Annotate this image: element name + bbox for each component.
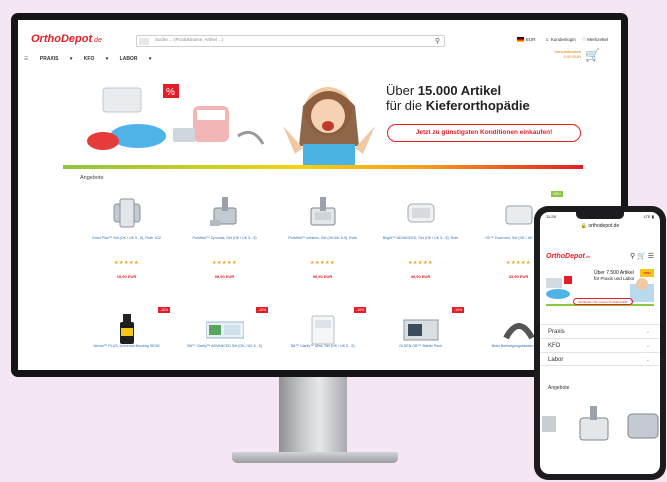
mobile-phone: 11:28 LTE ▮ 🔒 orthodepot.de OrthoDepot.d… [534,206,666,480]
product-price: 99,90 EUR [312,274,333,279]
nav-item-praxis[interactable]: PRAXIS ▾ [40,56,73,62]
new-badge: neu [640,269,654,277]
product-rating: ★★★★★ [310,260,335,266]
mobile-menu-item-kfo[interactable]: KFO ⌄ [540,338,660,352]
mobile-menu-item-praxis[interactable]: Praxis ⌄ [540,324,660,338]
mobile-menu-item-labor[interactable]: Labor ⌄ [540,352,660,366]
menu-icon[interactable]: ☰ [648,253,654,260]
chevron-down-icon: ⌄ [645,357,650,363]
status-time: 11:28 [546,214,556,219]
product-image [206,321,244,339]
mobile-product-images [542,406,659,441]
product-rating: ★★★★★ [114,260,139,266]
status-signal: LTE ▮ [643,214,654,219]
product-image [503,323,535,340]
banner-headline-1: Über 15.000 Artikel [386,83,502,98]
cart-icon[interactable]: 🛒 [637,253,646,260]
monitor-stand-neck [279,377,347,455]
menu-icon[interactable]: ☰ [24,56,28,62]
product-image [210,197,237,226]
discount-badge: -10% [256,307,268,313]
search-category-select[interactable] [139,38,149,45]
main-nav: ☰ PRAXIS ▾ KFO ▾ LABOR ▾ [24,56,161,62]
product-name[interactable]: ProMeta™ Zyrconia, Set (OK / UK 5 - 5) [182,236,267,241]
product-image [120,314,134,344]
search-placeholder: Suche ... (Produktname, Artikel ...) [155,37,224,42]
product-card[interactable]: -10% OLSEN OB™ Starter Pack [374,304,467,364]
cart-icon[interactable]: 🛒 [585,48,600,62]
product-price: 19,90 EUR [116,274,137,279]
currency-selector[interactable]: EUR [517,37,536,43]
wishlist-link[interactable]: ♡ Merkzettel [582,37,608,43]
search-icon[interactable]: ⚲ [630,253,635,260]
product-card[interactable]: Bright™ ADVANCED, Set (OK / UK 5 - 5), R… [374,188,467,294]
chevron-down-icon: ⌄ [645,343,650,349]
site-logo[interactable]: OrthoDepot.de [31,33,102,45]
desktop-screen: OrthoDepot.de Suche ... (Produktname, Ar… [18,20,621,370]
hero-banner[interactable]: % [63,66,583,166]
discount-badge: -10% [354,307,366,313]
product-name[interactable]: Bright™ ADVANCED, Set (OK / UK 5 - 5), R… [378,236,463,241]
discount-badge: -10% [452,307,464,313]
mobile-banner-button[interactable]: Entdecken Sie unsere Produktvielfalt [573,298,633,305]
nav-item-kfo[interactable]: KFO ▾ [84,56,108,62]
product-card[interactable]: -10% Nexus™ PLUS, Universal Bonding SE2M [80,304,173,364]
banner-cta-button[interactable]: Jetzt zu günstigsten Konditionen einkauf… [387,124,581,142]
mobile-section-title: Angebote [548,385,570,391]
nav-item-labor[interactable]: LABOR ▾ [120,56,152,62]
product-image [403,319,439,341]
german-flag-icon [517,37,524,43]
monitor-stand-base [232,452,398,463]
product-rating: ★★★★★ [212,260,237,266]
product-image [113,198,141,228]
product-card[interactable]: -10% 3M™ Clarity™ ADVANCED Set (OK / UK … [178,304,271,364]
discount-badge: -10% [158,307,170,313]
banner-color-bar [63,165,583,169]
phone-notch [576,212,624,219]
product-image [311,315,335,345]
product-image [407,203,435,223]
product-name[interactable]: Nexus™ PLUS, Universal Bonding SE2M [84,344,169,349]
browser-url[interactable]: 🔒 orthodepot.de [540,223,660,229]
product-name[interactable]: ProMeta™ ceramic, Set (OK/UK 5-5), Roth [280,236,365,241]
product-card[interactable]: ProMeta™ ceramic, Set (OK/UK 5-5), Roth … [276,188,369,294]
mobile-logo[interactable]: OrthoDepot.de [546,253,590,260]
section-title: Angebote [80,175,104,181]
product-card[interactable]: -10% 3M™ Clarity™ Ultra, Set (OK / UK 5 … [276,304,369,364]
product-name[interactable]: 3M™ Clarity™ Ultra, Set (OK / UK 5 - 5) [280,344,365,349]
search-bar[interactable]: Suche ... (Produktname, Artikel ...) ⚲ [136,35,445,47]
chevron-down-icon: ⌄ [645,329,650,335]
mobile-banner-subline: für Praxis und Labor [594,276,635,281]
search-icon[interactable]: ⚲ [435,37,440,45]
product-name[interactable]: 3M™ Clarity™ ADVANCED Set (OK / UK 5 - 5… [182,344,267,349]
product-rating: ★★★★★ [408,260,433,266]
banner-illustration: % [87,84,375,166]
svg-text:%: % [166,87,175,98]
shipping-note: Versandkosten 0,00 EUR [554,49,581,59]
product-image [505,205,533,225]
product-image [310,197,336,226]
product-price: 99,90 EUR [214,274,235,279]
mobile-header-icons: ⚲ 🛒 ☰ [630,252,654,260]
banner-headline-2: für die Kieferorthopädie [386,98,530,113]
new-badge: NEU [551,191,563,197]
product-name[interactable]: OLSEN OB™ Starter Pack [378,344,463,349]
customer-login-link[interactable]: ☺ Kundenlogin [545,37,576,42]
product-name[interactable]: Omni Plus™ Set (OK / UK 5 - 5), Roth .02… [84,236,169,241]
mobile-screen: 11:28 LTE ▮ 🔒 orthodepot.de OrthoDepot.d… [540,212,660,474]
site-header: OrthoDepot.de Suche ... (Produktname, Ar… [18,20,621,66]
product-price: 49,90 EUR [410,274,431,279]
product-card[interactable]: Omni Plus™ Set (OK / UK 5 - 5), Roth .02… [80,188,173,294]
product-card[interactable]: ProMeta™ Zyrconia, Set (OK / UK 5 - 5) ★… [178,188,271,294]
